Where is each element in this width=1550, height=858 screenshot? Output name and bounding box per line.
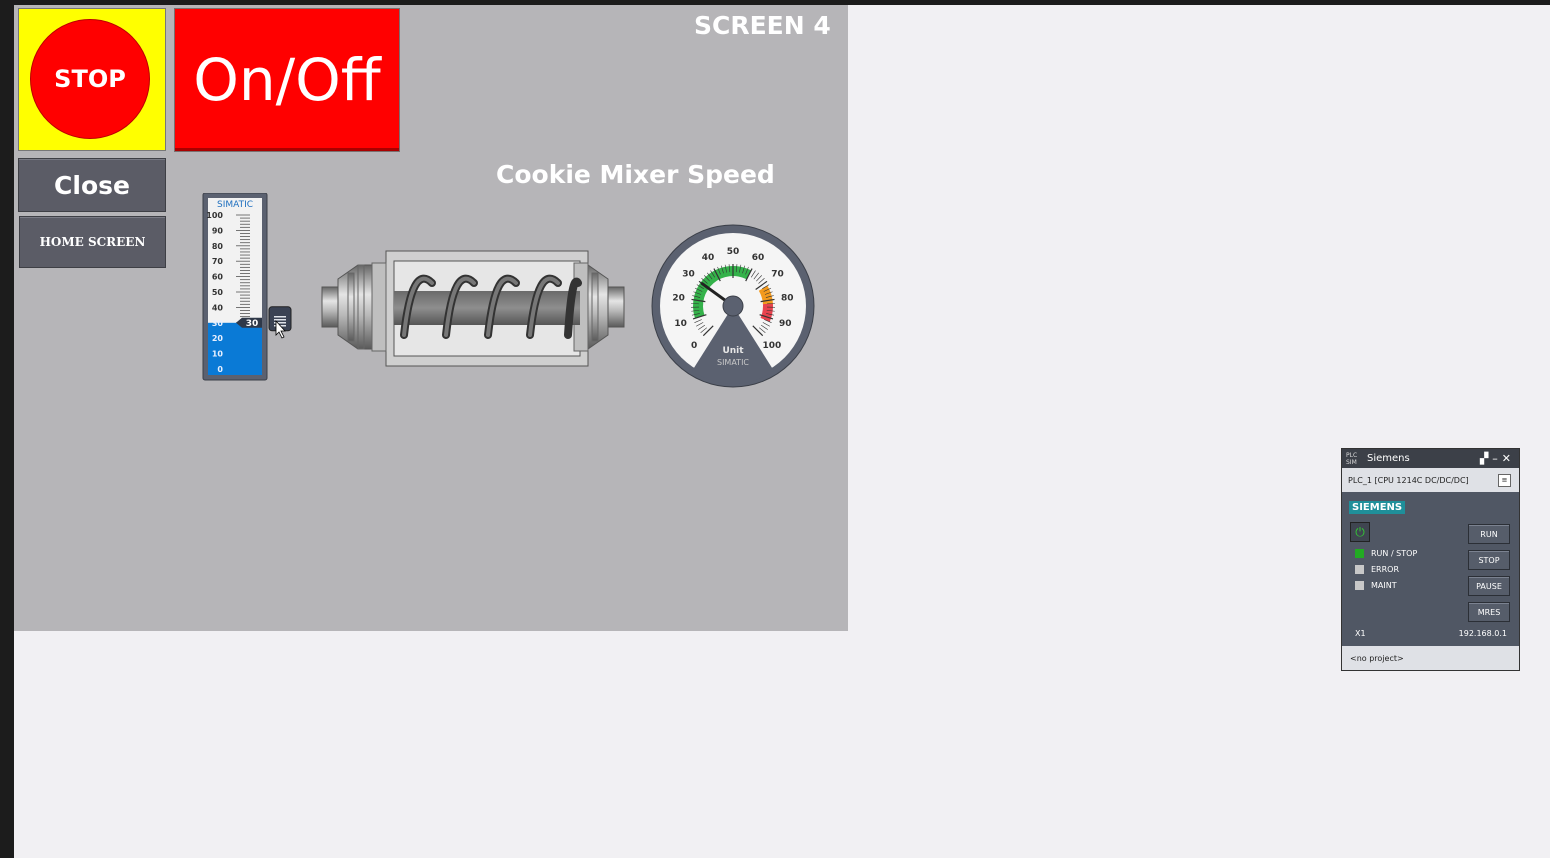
slider-tick-label: 50: [212, 288, 224, 297]
hmi-screen: STOP On/Off SCREEN 4 Close HOME SCREEN C…: [14, 5, 848, 631]
plcsim-cpu-label: PLC_1 [CPU 1214C DC/DC/DC]: [1348, 475, 1469, 485]
slider-tick-label: 60: [212, 273, 224, 282]
on-off-button[interactable]: On/Off: [174, 8, 400, 152]
led-maint: MAINT: [1355, 581, 1397, 590]
stop-plc-button[interactable]: STOP: [1468, 550, 1510, 570]
left-strip: [0, 0, 14, 858]
slider-tick-label: 90: [212, 226, 224, 235]
led-error: ERROR: [1355, 565, 1399, 574]
led-indicator: [1355, 549, 1364, 558]
slider-tick-label: 10: [212, 350, 224, 359]
speed-slider[interactable]: SIMATIC 1009080706050403020100 30: [202, 193, 294, 383]
plcsim-logo-icon: PLC SIM: [1346, 451, 1358, 466]
gauge-tick-label: 30: [682, 270, 695, 280]
siemens-badge: SIEMENS: [1349, 501, 1406, 514]
port-label: X1: [1355, 629, 1366, 638]
gauge-tick-label: 20: [672, 293, 685, 303]
led-label: MAINT: [1371, 581, 1397, 590]
project-label: <no project>: [1350, 653, 1404, 663]
gauge-tick-label: 0: [691, 341, 697, 351]
plcsim-panel: PLC SIM Siemens ▞–✕ PLC_1 [CPU 1214C DC/…: [1341, 448, 1520, 671]
led-label: RUN / STOP: [1371, 549, 1418, 558]
restore-icon[interactable]: ▞: [1480, 452, 1492, 465]
pause-button[interactable]: PAUSE: [1468, 576, 1510, 596]
led-indicator: [1355, 565, 1364, 574]
plcsim-titlebar[interactable]: PLC SIM Siemens ▞–✕: [1342, 449, 1519, 468]
screen-title: SCREEN 4: [694, 11, 831, 40]
slider-tick-label: 70: [212, 257, 224, 266]
gauge-tick-label: 60: [752, 253, 765, 263]
gauge-unit: Unit: [722, 346, 744, 356]
cpu-settings-icon[interactable]: ≡: [1498, 474, 1511, 487]
slider-tick-label: 40: [212, 303, 224, 312]
led-label: ERROR: [1371, 565, 1400, 574]
stop-button-frame[interactable]: STOP: [18, 8, 166, 151]
project-status: <no project>: [1342, 646, 1519, 670]
led-run-stop: RUN / STOP: [1355, 549, 1417, 558]
gauge-tick-label: 50: [727, 247, 740, 257]
gauge-tick-label: 10: [674, 319, 687, 329]
run-button[interactable]: RUN: [1468, 524, 1510, 544]
close-icon[interactable]: ✕: [1502, 452, 1515, 465]
ip-address: 192.168.0.1: [1458, 629, 1507, 638]
slider-value-label: 30: [246, 319, 259, 329]
gauge-tick-label: 100: [762, 341, 781, 351]
mixer-title: Cookie Mixer Speed: [496, 160, 775, 189]
slider-brand: SIMATIC: [217, 200, 253, 210]
gauge-brand: SIMATIC: [717, 358, 749, 367]
mres-button[interactable]: MRES: [1468, 602, 1510, 622]
mixer-graphic: [321, 250, 625, 367]
gauge-tick-label: 90: [779, 319, 792, 329]
slider-tick-label: 20: [212, 334, 224, 343]
plcsim-cpu-bar: PLC_1 [CPU 1214C DC/DC/DC] ≡: [1342, 468, 1519, 492]
slider-tick-label: 80: [212, 242, 224, 251]
power-icon[interactable]: ⏻: [1350, 522, 1370, 542]
stop-button[interactable]: STOP: [30, 19, 150, 139]
gauge-tick-label: 80: [781, 293, 794, 303]
close-button[interactable]: Close: [18, 158, 166, 212]
slider-tick-label: 0: [217, 365, 223, 374]
led-indicator: [1355, 581, 1364, 590]
plcsim-title: Siemens: [1367, 453, 1410, 464]
home-screen-button[interactable]: HOME SCREEN: [19, 216, 166, 268]
speed-gauge: 0 10 20 30 40 50 60 70 80 90 100 Unit SIMATIC: [651, 224, 815, 388]
minimize-icon[interactable]: –: [1492, 452, 1502, 465]
gauge-hub: [722, 295, 744, 317]
gauge-tick-label: 70: [771, 270, 784, 280]
slider-tick-label: 100: [206, 211, 223, 220]
slider-tick-label: 30: [212, 319, 224, 328]
gauge-tick-label: 40: [702, 253, 715, 263]
